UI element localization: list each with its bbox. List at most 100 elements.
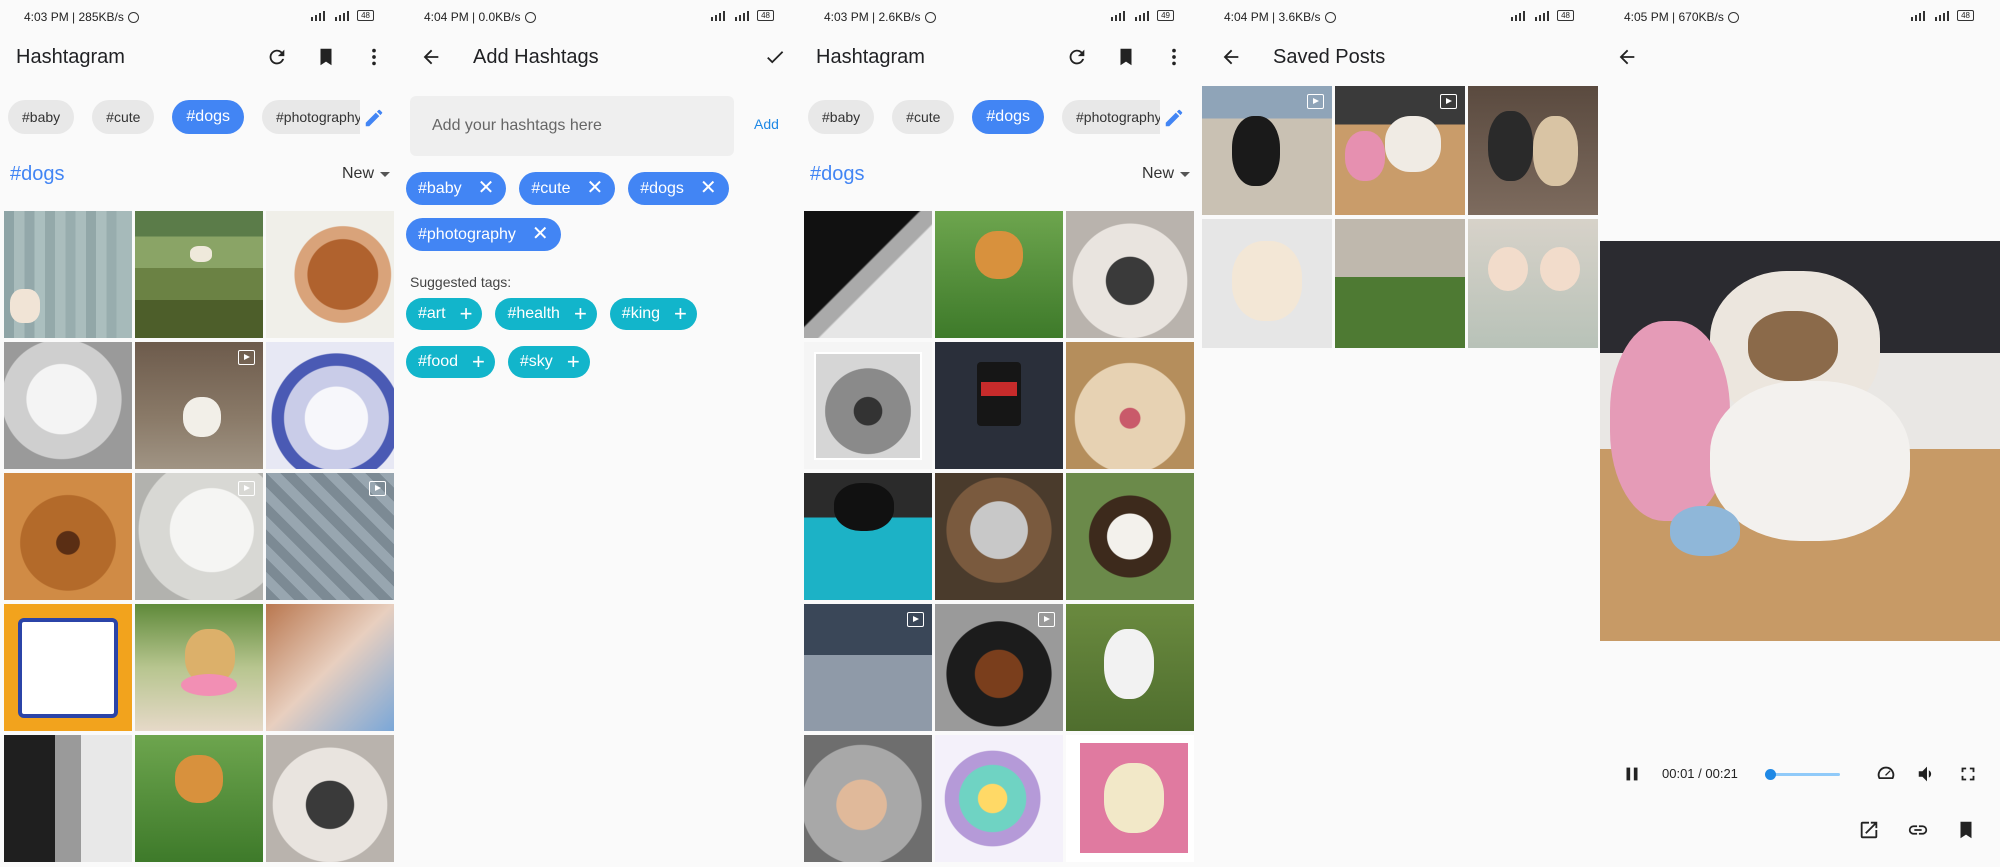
saved-post-thumbnail[interactable] xyxy=(1202,86,1332,215)
tag-chip-dogs: #dogs ✕ xyxy=(628,172,729,205)
signal-icon xyxy=(309,10,327,21)
refresh-icon[interactable] xyxy=(1065,45,1089,69)
edit-icon[interactable] xyxy=(1162,106,1186,130)
suggested-chip-food[interactable]: #food + xyxy=(406,346,495,378)
post-thumbnail[interactable] xyxy=(4,342,132,469)
post-thumbnail[interactable] xyxy=(804,473,932,600)
alarm-icon xyxy=(1727,11,1739,23)
volume-icon[interactable] xyxy=(1915,762,1939,786)
plus-icon[interactable]: + xyxy=(567,346,580,378)
post-thumbnail[interactable] xyxy=(1066,473,1194,600)
chip-baby[interactable]: #baby xyxy=(8,100,75,134)
chip-dogs[interactable]: #dogs xyxy=(972,100,1044,134)
alarm-icon xyxy=(524,11,536,23)
post-thumbnail[interactable] xyxy=(4,473,132,600)
post-thumbnail[interactable] xyxy=(4,211,132,338)
close-icon[interactable]: ✕ xyxy=(478,172,495,205)
plus-icon[interactable]: + xyxy=(674,298,687,330)
suggested-chip-king[interactable]: #king + xyxy=(609,298,697,330)
check-icon[interactable] xyxy=(763,45,787,69)
chip-baby[interactable]: #baby xyxy=(808,100,875,134)
post-thumbnail[interactable] xyxy=(935,211,1063,338)
more-vert-icon[interactable] xyxy=(362,45,386,69)
chip-cute[interactable]: #cute xyxy=(92,100,155,134)
close-icon[interactable]: ✕ xyxy=(532,218,549,251)
suggested-chip-health[interactable]: #health + xyxy=(495,298,597,330)
post-thumbnail[interactable] xyxy=(935,342,1063,469)
post-thumbnail[interactable] xyxy=(135,604,263,731)
back-arrow-icon[interactable] xyxy=(419,45,443,69)
tag-chip-cute: #cute ✕ xyxy=(519,172,616,205)
progress-slider[interactable] xyxy=(1765,769,1840,780)
close-icon[interactable]: ✕ xyxy=(587,172,604,205)
bookmark-icon[interactable] xyxy=(1954,818,1978,842)
saved-post-thumbnail[interactable] xyxy=(1468,86,1598,215)
saved-posts-grid xyxy=(1202,86,1600,348)
chip-photography[interactable]: #photography xyxy=(1062,100,1160,134)
open-external-icon[interactable] xyxy=(1857,818,1881,842)
bookmark-icon[interactable] xyxy=(314,45,338,69)
post-thumbnail[interactable] xyxy=(804,735,932,862)
chip-photography[interactable]: #photography xyxy=(262,100,360,134)
post-thumbnail[interactable] xyxy=(4,604,132,731)
post-thumbnail[interactable] xyxy=(135,735,263,862)
plus-icon[interactable]: + xyxy=(472,346,485,378)
chip-cute[interactable]: #cute xyxy=(892,100,955,134)
post-thumbnail[interactable] xyxy=(935,604,1063,731)
post-thumbnail[interactable] xyxy=(1066,604,1194,731)
saved-post-thumbnail[interactable] xyxy=(1335,86,1465,215)
close-icon[interactable]: ✕ xyxy=(700,172,717,205)
post-thumbnail[interactable] xyxy=(1066,342,1194,469)
suggested-chip-art[interactable]: #art + xyxy=(406,298,483,330)
plus-icon[interactable]: + xyxy=(460,298,473,330)
chip-dogs[interactable]: #dogs xyxy=(172,100,244,134)
post-thumbnail[interactable] xyxy=(804,604,932,731)
add-button[interactable]: Add xyxy=(754,116,779,132)
post-thumbnail[interactable] xyxy=(135,342,263,469)
edit-icon[interactable] xyxy=(362,106,386,130)
back-arrow-icon[interactable] xyxy=(1219,45,1243,69)
post-thumbnail[interactable] xyxy=(4,735,132,862)
post-thumbnail[interactable] xyxy=(266,604,394,731)
battery-icon: 49 xyxy=(1157,10,1174,21)
fullscreen-icon[interactable] xyxy=(1956,762,1980,786)
post-thumbnail[interactable] xyxy=(935,735,1063,862)
play-video-icon xyxy=(238,481,255,496)
pause-icon[interactable] xyxy=(1620,762,1644,786)
saved-post-thumbnail[interactable] xyxy=(1335,219,1465,348)
app-bar: Saved Posts xyxy=(1200,34,1600,80)
post-thumbnail[interactable] xyxy=(135,211,263,338)
back-arrow-icon[interactable] xyxy=(1615,45,1639,69)
status-time: 4:03 PM | 2.6KB/s xyxy=(824,10,921,24)
progress-knob[interactable] xyxy=(1765,769,1776,780)
refresh-icon[interactable] xyxy=(265,45,289,69)
speed-icon[interactable] xyxy=(1874,762,1898,786)
video-frame[interactable] xyxy=(1600,241,2000,641)
link-icon[interactable] xyxy=(1906,818,1930,842)
saved-post-thumbnail[interactable] xyxy=(1468,219,1598,348)
sort-dropdown[interactable]: New xyxy=(342,165,390,183)
post-thumbnail[interactable] xyxy=(804,211,932,338)
suggested-label: #food xyxy=(418,353,459,370)
app-bar: Add Hashtags xyxy=(400,34,800,80)
plus-icon[interactable]: + xyxy=(574,298,587,330)
saved-post-thumbnail[interactable] xyxy=(1202,219,1332,348)
post-thumbnail[interactable] xyxy=(266,473,394,600)
post-thumbnail[interactable] xyxy=(1066,735,1194,862)
post-thumbnail[interactable] xyxy=(1066,211,1194,338)
signal-icon xyxy=(709,10,727,21)
post-thumbnail[interactable] xyxy=(266,735,394,862)
sort-dropdown[interactable]: New xyxy=(1142,165,1190,183)
post-thumbnail[interactable] xyxy=(135,473,263,600)
status-time: 4:05 PM | 670KB/s xyxy=(1624,10,1724,24)
post-thumbnail[interactable] xyxy=(266,342,394,469)
more-vert-icon[interactable] xyxy=(1162,45,1186,69)
post-thumbnail[interactable] xyxy=(935,473,1063,600)
suggested-chip-sky[interactable]: #sky + xyxy=(507,346,590,378)
hashtag-input[interactable] xyxy=(410,96,734,156)
alarm-icon xyxy=(1324,11,1336,23)
bookmark-icon[interactable] xyxy=(1114,45,1138,69)
post-thumbnail[interactable] xyxy=(266,211,394,338)
post-thumbnail[interactable] xyxy=(804,342,932,469)
chevron-down-icon xyxy=(1180,171,1190,177)
